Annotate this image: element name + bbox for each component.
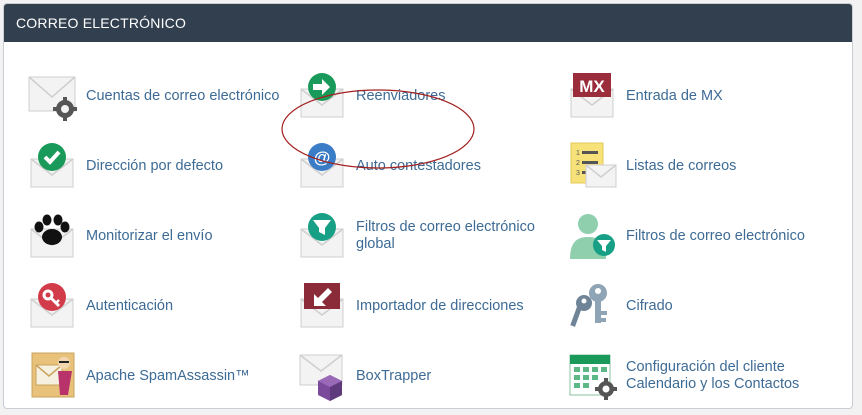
mailing-lists-icon: 1 2 3 (570, 142, 617, 188)
panel-title: CORREO ELECTRÓNICO (4, 4, 852, 42)
authentication-icon (30, 283, 74, 328)
address-importer-icon (300, 283, 344, 328)
item-label: Dirección por defecto (86, 157, 224, 174)
item-label: BoxTrapper (356, 367, 432, 384)
spamassassin-icon (31, 352, 75, 398)
item-label: Filtros de correo electrónico (626, 227, 805, 244)
email-accounts-icon (28, 76, 77, 121)
item-global-email-filters[interactable]: Filtros de correo electrónico global (298, 204, 551, 268)
item-autoresponders[interactable]: @ Auto contestadores (298, 134, 481, 198)
global-email-filters-icon (300, 213, 344, 258)
item-email-accounts[interactable]: Cuentas de correo electrónico (28, 64, 279, 128)
item-forwarders[interactable]: Reenviadores (298, 64, 445, 128)
item-track-delivery[interactable]: Monitorizar el envío (28, 204, 213, 268)
svg-text:3: 3 (576, 170, 580, 177)
mx-entry-icon: MX (570, 73, 614, 118)
calendar-contacts-icon (569, 354, 617, 400)
svg-text:2: 2 (576, 160, 580, 167)
email-filters-icon (570, 214, 615, 259)
item-label: Auto contestadores (356, 157, 481, 174)
item-label: Reenviadores (356, 87, 446, 104)
item-calendar-contacts[interactable]: Configuración del cliente Calendario y l… (568, 344, 821, 408)
item-label: Importador de direcciones (356, 297, 524, 314)
boxtrapper-icon (299, 354, 343, 401)
email-tools-grid: Cuentas de correo electrónico Reenviador… (4, 42, 852, 408)
item-label: Cuentas de correo electrónico (86, 87, 280, 104)
autoresponders-icon: @ (300, 143, 344, 188)
forwarders-icon (300, 73, 344, 118)
item-label: Apache SpamAssassin™ (86, 367, 250, 384)
item-label: Filtros de correo electrónico global (356, 219, 535, 252)
email-panel: CORREO ELECTRÓNICO Cuentas de correo ele… (3, 3, 853, 409)
item-label: Autenticación (86, 297, 174, 314)
item-email-filters[interactable]: Filtros de correo electrónico (568, 204, 805, 268)
item-mx-entry[interactable]: MX Entrada de MX (568, 64, 723, 128)
item-authentication[interactable]: Autenticación (28, 274, 173, 338)
item-default-address[interactable]: Dirección por defecto (28, 134, 223, 198)
item-spamassassin[interactable]: Apache SpamAssassin™ (28, 344, 250, 408)
item-mailing-lists[interactable]: 1 2 3 Listas de correos (568, 134, 736, 198)
track-delivery-icon (30, 214, 74, 258)
item-encryption[interactable]: Cifrado (568, 274, 673, 338)
item-address-importer[interactable]: Importador de direcciones (298, 274, 524, 338)
encryption-icon (570, 284, 607, 327)
item-boxtrapper[interactable]: BoxTrapper (298, 344, 431, 408)
item-label: Entrada de MX (626, 87, 723, 104)
item-label: Configuración del cliente Calendario y l… (626, 359, 800, 392)
svg-text:MX: MX (579, 77, 605, 96)
item-label: Listas de correos (626, 157, 737, 174)
item-label: Monitorizar el envío (86, 227, 213, 244)
svg-text:1: 1 (576, 150, 580, 157)
svg-text:@: @ (314, 148, 331, 167)
item-label: Cifrado (626, 297, 673, 314)
default-address-icon (30, 143, 74, 188)
